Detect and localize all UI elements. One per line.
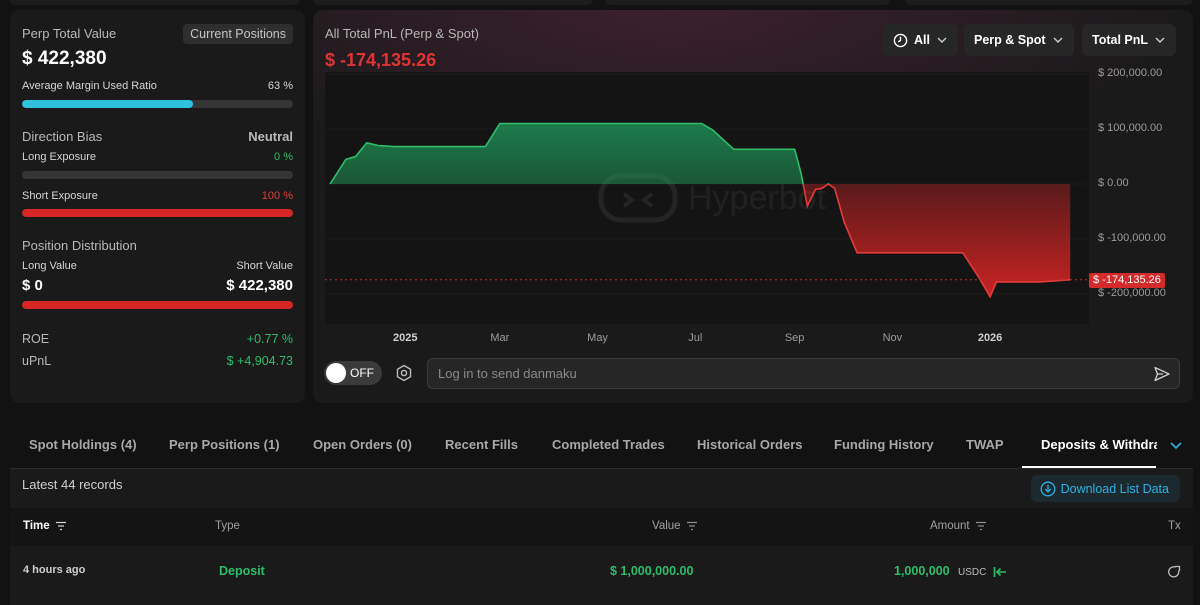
danmaku-input[interactable] <box>428 359 1108 388</box>
tab-recent-fills[interactable]: Recent Fills <box>445 420 518 469</box>
type-header-label: Type <box>215 520 240 532</box>
margin-ratio-value: 63 % <box>267 80 293 92</box>
long-value-label: Long Value <box>22 260 77 272</box>
margin-ratio-row: Average Margin Used Ratio 63 % <box>22 80 293 92</box>
active-tab-indicator <box>1022 466 1156 468</box>
tab-deposits-withdrawals[interactable]: Deposits & Withdrawals <box>1041 420 1157 469</box>
long-exposure-label: Long Exposure <box>22 151 96 163</box>
external-link-icon[interactable] <box>1167 565 1181 579</box>
danmaku-input-box <box>427 358 1180 389</box>
row-amount: 1,000,000 <box>894 564 950 578</box>
current-positions-badge[interactable]: Current Positions <box>183 24 293 44</box>
deposits-list: Latest 44 records Download List Data Tim… <box>10 469 1193 605</box>
time-column-header[interactable]: Time <box>23 520 67 532</box>
type-column-header: Type <box>215 520 240 532</box>
distribution-labels-row: Long Value Short Value <box>22 260 293 272</box>
y-tick-label: $ 0.00 <box>1098 177 1129 189</box>
distribution-values-row: $ 0 $ 422,380 <box>22 277 293 294</box>
pnl-chart-card: All Total PnL (Perp & Spot) $ -174,135.2… <box>313 10 1193 403</box>
margin-ratio-bar <box>22 100 293 108</box>
y-tick-label: $ 200,000.00 <box>1098 67 1163 79</box>
y-tick-label: $ -100,000.00 <box>1098 232 1166 244</box>
position-distribution-fill <box>22 301 293 309</box>
position-distribution-bar <box>22 301 293 309</box>
direction-bias-label: Direction Bias <box>22 129 103 144</box>
tx-column-header: Tx <box>1168 520 1181 532</box>
short-exposure-fill <box>22 209 293 217</box>
filter-icon <box>55 521 66 531</box>
perp-total-value: $ 422,380 <box>22 48 107 69</box>
records-count: Latest 44 records <box>22 477 123 492</box>
danmaku-toggle[interactable]: OFF <box>324 361 382 385</box>
value-header-label: Value <box>652 520 681 532</box>
amount-column-header[interactable]: Amount <box>930 520 987 532</box>
upnl-row: uPnL $ +4,904.73 <box>22 354 293 368</box>
margin-ratio-label: Average Margin Used Ratio <box>22 80 157 92</box>
gear-icon[interactable] <box>395 364 413 382</box>
toggle-knob <box>326 363 346 383</box>
long-value: $ 0 <box>22 277 43 294</box>
x-tick-label: Jul <box>688 332 703 344</box>
short-exposure-bar <box>22 209 293 217</box>
time-header-label: Time <box>23 520 50 532</box>
upnl-value: $ +4,904.73 <box>226 354 293 368</box>
perp-summary-card: Perp Total Value Current Positions $ 422… <box>10 10 305 403</box>
long-exposure-row: Long Exposure 0 % <box>22 151 293 163</box>
row-value: $ 1,000,000.00 <box>610 564 694 578</box>
roe-value: +0.77 % <box>246 332 293 346</box>
x-tick-label: 2025 <box>393 332 418 344</box>
perp-total-value-label: Perp Total Value <box>22 26 117 41</box>
tab-open-orders[interactable]: Open Orders (0) <box>313 420 412 469</box>
pnl-chart <box>325 122 1087 299</box>
download-list-label: Download List Data <box>1060 481 1169 496</box>
deposit-arrow-icon <box>993 567 1006 577</box>
x-tick-label: 2026 <box>977 332 1003 344</box>
send-icon[interactable] <box>1153 365 1171 383</box>
top-card-edges <box>0 0 1200 8</box>
table-row[interactable]: 4 hours ago Deposit $ 1,000,000.00 1,000… <box>10 549 1193 593</box>
x-tick-label: Sep <box>784 332 805 344</box>
margin-ratio-fill <box>22 100 193 108</box>
y-tick-label: $ -200,000.00 <box>1098 287 1166 299</box>
position-distribution-label: Position Distribution <box>22 238 137 253</box>
tab-perp-positions[interactable]: Perp Positions (1) <box>169 420 280 469</box>
value-column-header[interactable]: Value <box>652 520 698 532</box>
roe-row: ROE +0.77 % <box>22 332 293 346</box>
long-exposure-bar <box>22 171 293 179</box>
short-value: $ 422,380 <box>226 277 293 294</box>
long-exposure-value: 0 % <box>274 151 293 163</box>
short-exposure-row: Short Exposure 100 % <box>22 190 293 202</box>
y-tick-label: $ 100,000.00 <box>1098 122 1163 134</box>
direction-bias-value: Neutral <box>248 129 293 144</box>
row-type: Deposit <box>219 564 265 578</box>
danmaku-toggle-label: OFF <box>350 366 374 380</box>
filter-icon <box>975 521 986 531</box>
tab-spot-holdings[interactable]: Spot Holdings (4) <box>29 420 137 469</box>
row-time: 4 hours ago <box>23 564 86 576</box>
download-icon <box>1040 481 1056 496</box>
table-header: Time Type Value Amount Tx <box>10 508 1193 546</box>
tab-historical-orders[interactable]: Historical Orders <box>697 420 803 469</box>
short-exposure-label: Short Exposure <box>22 190 98 202</box>
row-unit: USDC <box>958 567 987 578</box>
tab-bar: Spot Holdings (4) Perp Positions (1) Ope… <box>10 420 1193 469</box>
tab-funding-history[interactable]: Funding History <box>834 420 934 469</box>
tx-header-label: Tx <box>1168 520 1181 532</box>
upnl-label: uPnL <box>22 354 52 368</box>
current-value-tag: $ -174,135.26 <box>1089 273 1165 288</box>
x-tick-label: May <box>587 332 608 344</box>
chevron-down-icon[interactable] <box>1168 437 1184 453</box>
short-value-label: Short Value <box>236 260 293 272</box>
tab-deposits-clip: Deposits & Withdrawals <box>1020 420 1157 469</box>
amount-header-label: Amount <box>930 520 970 532</box>
x-tick-label: Mar <box>490 332 510 344</box>
roe-label: ROE <box>22 332 50 346</box>
x-tick-label: Nov <box>882 332 903 344</box>
filter-icon <box>686 521 697 531</box>
short-exposure-value: 100 % <box>261 190 293 202</box>
download-list-button[interactable]: Download List Data <box>1030 475 1180 502</box>
tab-completed-trades[interactable]: Completed Trades <box>552 420 665 469</box>
tab-twap[interactable]: TWAP <box>966 420 1004 469</box>
